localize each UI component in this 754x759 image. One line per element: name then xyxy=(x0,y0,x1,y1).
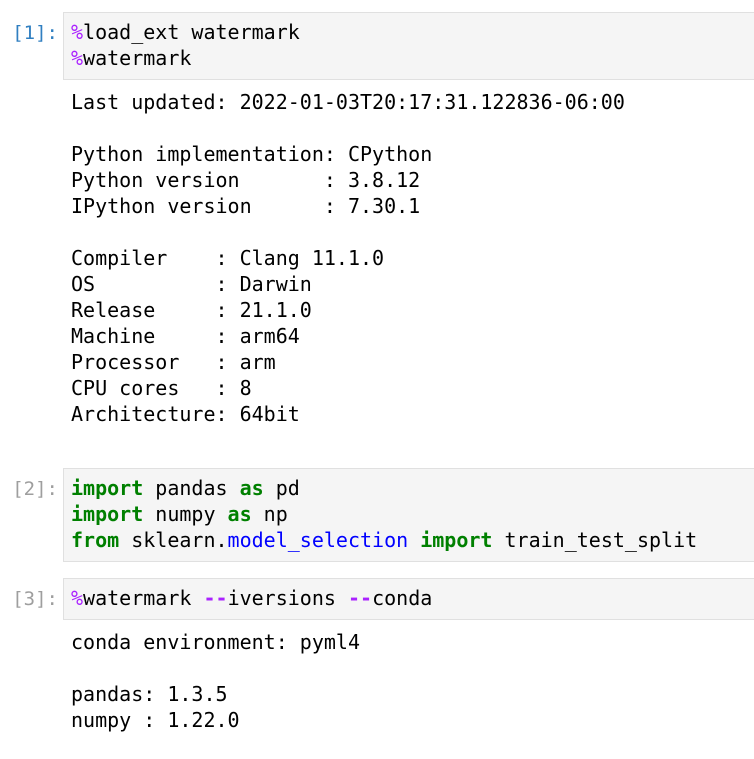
cell-input-editor[interactable]: import pandas as pd import numpy as np f… xyxy=(63,468,754,562)
keyword: import xyxy=(71,476,144,500)
output-line: Python version : 3.8.12 xyxy=(71,168,421,192)
code-line: %watermark xyxy=(71,45,754,71)
output-line: IPython version : 7.30.1 xyxy=(71,194,421,218)
code-line: import pandas as pd xyxy=(71,475,754,501)
code-text: numpy xyxy=(143,502,228,526)
code-line: %load_ext watermark xyxy=(71,19,754,45)
cell-output: Last updated: 2022-01-03T20:17:31.122836… xyxy=(71,89,754,427)
cell-output: conda environment: pyml4 pandas: 1.3.5 n… xyxy=(71,629,754,733)
code-text: load_ext watermark xyxy=(83,20,300,44)
code-text: watermark xyxy=(83,586,204,610)
keyword: import xyxy=(420,528,493,552)
code-text: iversions xyxy=(227,586,348,610)
code-text: watermark xyxy=(83,46,192,70)
code-text: np xyxy=(251,502,288,526)
output-line: Python implementation: CPython xyxy=(71,142,433,166)
option-flag: -- xyxy=(203,586,228,610)
output-line: Architecture: 64bit xyxy=(71,402,300,426)
code-line: from sklearn.model_selection import trai… xyxy=(71,527,754,553)
cell-prompt: [1]: xyxy=(12,22,58,44)
code-text: pandas xyxy=(143,476,240,500)
output-line: CPU cores : 8 xyxy=(71,376,252,400)
magic-prefix: % xyxy=(71,586,84,610)
cell-prompt: [3]: xyxy=(12,588,58,610)
output-line: Processor : arm xyxy=(71,350,276,374)
option-flag: -- xyxy=(347,586,373,610)
output-line: numpy : 1.22.0 xyxy=(71,708,240,732)
code-text: conda xyxy=(372,586,433,610)
code-line: %watermark --iversions --conda xyxy=(71,585,754,611)
output-line: Last updated: 2022-01-03T20:17:31.122836… xyxy=(71,90,625,114)
keyword: import xyxy=(71,502,144,526)
keyword: as xyxy=(239,476,264,500)
module-name: model_selection xyxy=(227,528,409,552)
keyword: from xyxy=(71,528,120,552)
output-line: OS : Darwin xyxy=(71,272,312,296)
output-line: Machine : arm64 xyxy=(71,324,300,348)
output-line: Release : 21.1.0 xyxy=(71,298,312,322)
keyword: as xyxy=(227,502,252,526)
magic-prefix: % xyxy=(71,20,84,44)
output-line: pandas: 1.3.5 xyxy=(71,682,228,706)
code-text: sklearn. xyxy=(119,528,228,552)
code-text: train_test_split xyxy=(492,528,698,552)
output-line: Compiler : Clang 11.1.0 xyxy=(71,246,385,270)
cell-prompt: [2]: xyxy=(12,478,58,500)
cell-input-editor[interactable]: %watermark --iversions --conda xyxy=(63,578,754,620)
cell-input-editor[interactable]: %load_ext watermark %watermark xyxy=(63,12,754,80)
code-line: import numpy as np xyxy=(71,501,754,527)
code-text: pd xyxy=(263,476,300,500)
output-line: conda environment: pyml4 xyxy=(71,630,360,654)
magic-prefix: % xyxy=(71,46,84,70)
